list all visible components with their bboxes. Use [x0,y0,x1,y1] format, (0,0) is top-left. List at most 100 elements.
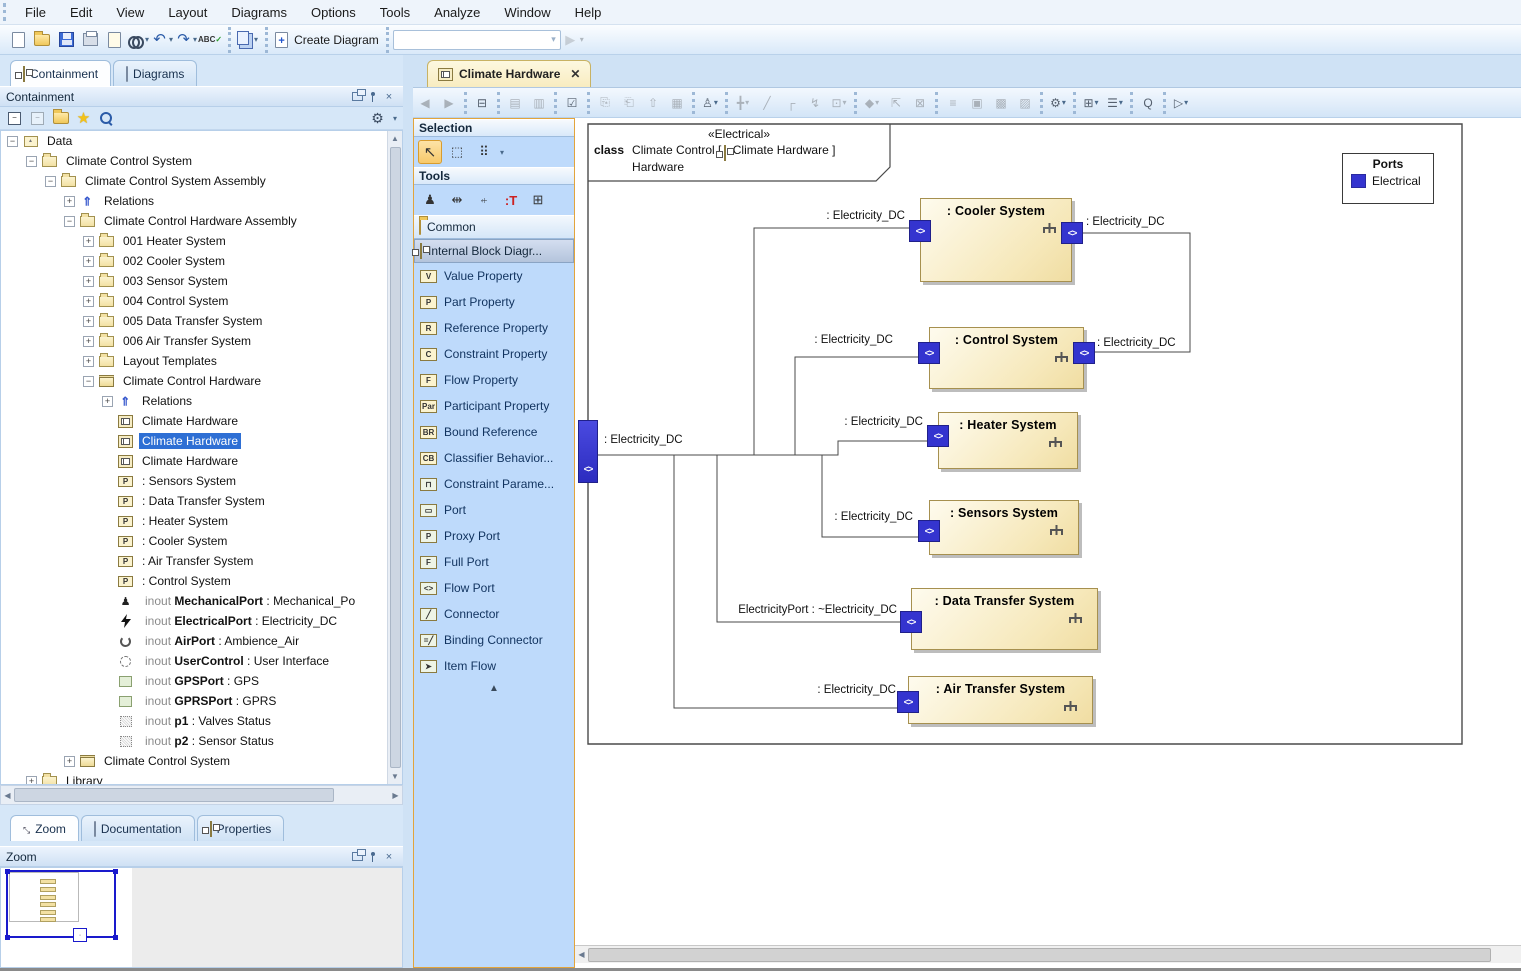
tab-properties[interactable]: Properties [196,815,285,841]
tree-horizontal-scrollbar[interactable]: ◀ ▶ [0,785,403,805]
collapse-icon[interactable]: − [64,215,75,227]
tab-zoom[interactable]: ⤡ Zoom [10,815,79,841]
tree-item[interactable]: P: Control System [1,571,402,591]
expand-icon[interactable]: + [83,255,94,267]
zoom-search-button[interactable]: Q [1137,92,1159,114]
undo-button[interactable]: ↶ ▾ [151,29,173,51]
palette-collapse-icon[interactable]: ▲ [414,679,574,694]
refactor-button[interactable]: ⊡ ▾ [828,92,850,114]
diagram-aspect-2-button[interactable]: ▥ [528,92,550,114]
palette-item-constraint-property[interactable]: C Constraint Property [414,341,574,367]
tab-diagrams[interactable]: Diagrams [113,60,198,86]
menu-analyze[interactable]: Analyze [422,2,492,23]
collapse-selected-icon[interactable]: − [29,110,46,127]
pin-panel-icon[interactable] [365,90,381,104]
lock-button[interactable]: ⊠ [909,92,931,114]
menu-window[interactable]: Window [492,2,562,23]
tab-containment[interactable]: Containment [10,60,112,86]
menu-options[interactable]: Options [299,2,368,23]
palette-item-classifier-behavior-[interactable]: CB Classifier Behavior... [414,445,574,471]
toolbar-grip[interactable] [3,3,10,21]
pin-panel-icon[interactable] [365,850,381,864]
block-sensors[interactable]: : Sensors System [929,500,1079,555]
show-in-containment-button[interactable]: ⊟ [471,92,493,114]
tree-item[interactable]: + ⇗ Relations [1,191,402,211]
open-diagram-icon[interactable] [52,109,69,127]
tree-item[interactable]: +004 Control System [1,291,402,311]
menu-edit[interactable]: Edit [58,2,104,23]
tree-vertical-scrollbar[interactable]: ▲ ▼ [387,131,402,784]
dependency-matrix-button[interactable]: ♙ ▾ [699,92,721,114]
tree-item[interactable]: P: Sensors System [1,471,402,491]
tree-item[interactable]: + Library [1,771,402,784]
layout-3-button[interactable]: ▨ [1014,92,1036,114]
canvas-horizontal-scrollbar[interactable]: ◀ [575,945,1521,963]
palette-item-bound-reference[interactable]: BR Bound Reference [414,419,574,445]
palette-item-value-property[interactable]: V Value Property [414,263,574,289]
add-path-button[interactable]: ╋ ▾ [732,92,754,114]
close-tab-icon[interactable]: ✕ [570,67,580,81]
diagram-options-button[interactable]: ⚙ ▾ [1047,92,1069,114]
legend-button[interactable]: ☰ ▾ [1104,92,1126,114]
palette-item-port[interactable]: ▭ Port [414,497,574,523]
block-heater[interactable]: : Heater System [938,412,1078,469]
zoom-rect-handle[interactable] [5,869,10,874]
diagram-canvas[interactable]: «Electrical» class Climate Control [ Clima… [575,118,1521,968]
vertical-separator-tool[interactable]: ⍅ [472,188,496,212]
tree-item[interactable]: Climate Hardware [1,431,402,451]
tree-item[interactable]: P: Cooler System [1,531,402,551]
flow-port-air-left[interactable]: <> [897,691,919,713]
palette-item-flow-port[interactable]: <> Flow Port [414,575,574,601]
connector[interactable] [1083,232,1191,353]
scroll-thumb[interactable] [588,947,1491,962]
tree-item[interactable]: +003 Sensor System [1,271,402,291]
palette-item-connector[interactable]: ╱ Connector [414,601,574,627]
palette-item-constraint-parame-[interactable]: ⊓ Constraint Parame... [414,471,574,497]
dropdown-caret-icon[interactable]: ▾ [875,98,879,107]
zoom-rect-handle[interactable] [5,935,10,940]
settings-gear-icon[interactable]: ⚙ [369,110,386,127]
scroll-left-icon[interactable]: ◀ [575,947,588,963]
text-tool[interactable]: :T [499,188,523,212]
paint-mode-button[interactable]: ◆ ▾ [861,92,883,114]
block-control[interactable]: : Control System [929,327,1084,389]
save-project-button[interactable] [55,29,77,51]
validate-diagram-button[interactable]: ☑ [561,92,583,114]
tab-climate-hardware[interactable]: Climate Hardware ✕ [427,60,592,87]
tree-item[interactable]: +002 Cooler System [1,251,402,271]
dropdown-caret-icon[interactable]: ▾ [745,98,749,107]
dropdown-caret-icon[interactable]: ▾ [1062,98,1066,107]
tree-item[interactable]: − Climate Control System [1,151,402,171]
close-panel-icon[interactable]: × [381,850,397,864]
scroll-up-icon[interactable]: ▲ [389,131,402,146]
scroll-down-icon[interactable]: ▼ [389,769,402,784]
block-air[interactable]: : Air Transfer System [908,676,1093,724]
stamp-tool[interactable]: ♟ [418,188,442,212]
palette-item-proxy-port[interactable]: P Proxy Port [414,523,574,549]
flow-port-control-right[interactable]: <> [1073,342,1095,364]
redo-button[interactable]: ↷ ▾ [175,29,197,51]
find-button[interactable]: ▾ [127,29,149,51]
vertical-splitter[interactable] [403,55,413,968]
diagram-aspect-1-button[interactable]: ▤ [504,92,526,114]
flow-port-control-left[interactable]: <> [918,342,940,364]
flow-port-sensors-left[interactable]: <> [918,520,940,542]
dropdown-caret-icon[interactable]: ▾ [1095,98,1099,107]
move-up-button[interactable]: ⇧ [642,92,664,114]
zoom-viewport-rectangle[interactable] [5,869,118,940]
palette-item-flow-property[interactable]: F Flow Property [414,367,574,393]
print-button[interactable] [79,29,101,51]
align-button[interactable]: ≡ [942,92,964,114]
expand-icon[interactable]: + [64,755,75,767]
expand-icon[interactable]: + [64,195,75,207]
tab-documentation[interactable]: Documentation [80,815,195,841]
flow-port-cooler-right[interactable]: <> [1061,222,1083,244]
dropdown-caret-icon[interactable]: ▾ [843,98,847,107]
frame-boundary-port[interactable]: <> [578,420,598,483]
tree-item[interactable]: P: Data Transfer System [1,491,402,511]
tree-item[interactable]: inout AirPort : Ambience_Air [1,631,402,651]
collapse-icon[interactable]: − [26,155,37,167]
tree-item[interactable]: +001 Heater System [1,231,402,251]
create-diagram-button[interactable]: Create Diagram [273,29,379,51]
menu-tools[interactable]: Tools [368,2,422,23]
